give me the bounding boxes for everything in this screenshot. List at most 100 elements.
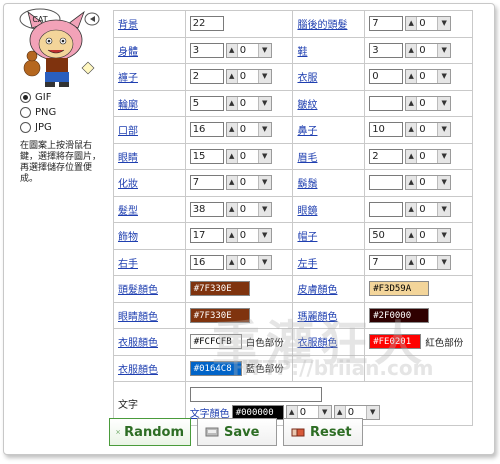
text-input[interactable]: [189, 387, 322, 402]
part-number-input[interactable]: 3: [189, 42, 224, 58]
format-option-gif[interactable]: GIF: [8, 90, 108, 105]
arrow-up-icon[interactable]: ▲: [226, 96, 238, 110]
save-button[interactable]: Save: [197, 418, 277, 446]
chevron-down-icon[interactable]: ▼: [257, 70, 271, 84]
arrow-up-icon[interactable]: ▲: [406, 43, 418, 57]
arrow-up-icon[interactable]: ▲: [406, 149, 418, 163]
format-option-png[interactable]: PNG: [8, 105, 108, 120]
part-link[interactable]: 褲子: [118, 73, 138, 84]
arrow-up-icon[interactable]: ▲: [406, 255, 418, 269]
part-number-input[interactable]: 50: [369, 228, 404, 244]
color-link[interactable]: 瑪麗顏色: [297, 312, 337, 323]
part-link[interactable]: 鬍鬚: [297, 179, 317, 190]
arrow-up-icon[interactable]: ▲: [226, 255, 238, 269]
variant-select[interactable]: ▲ 0 ▼: [405, 69, 452, 85]
part-number-input[interactable]: [369, 175, 404, 191]
variant-select[interactable]: ▲ 0 ▼: [405, 122, 452, 138]
variant-select[interactable]: ▲ 0 ▼: [225, 95, 272, 111]
part-link[interactable]: 身體: [118, 47, 138, 58]
variant-select[interactable]: ▲ 0 ▼: [405, 16, 452, 32]
part-link[interactable]: 眼鏡: [297, 206, 317, 217]
color-swatch-input[interactable]: #FE0201: [369, 334, 422, 350]
part-link[interactable]: 化妝: [118, 179, 138, 190]
chevron-down-icon[interactable]: ▼: [257, 96, 271, 110]
part-link[interactable]: 背景: [118, 20, 138, 31]
part-number-input[interactable]: 3: [369, 42, 404, 58]
part-link[interactable]: 輪廓: [118, 100, 138, 111]
part-link[interactable]: 鼻子: [297, 126, 317, 137]
variant-select[interactable]: ▲ 0 ▼: [225, 228, 272, 244]
color-swatch-input[interactable]: #FCFCFB: [189, 334, 242, 350]
chevron-down-icon[interactable]: ▼: [437, 149, 451, 163]
radio-gif[interactable]: [20, 92, 31, 103]
part-number-input[interactable]: 2: [189, 69, 224, 85]
part-number-input[interactable]: 0: [369, 69, 404, 85]
variant-select[interactable]: ▲ 0 ▼: [405, 148, 452, 164]
chevron-down-icon[interactable]: ▼: [257, 123, 271, 137]
variant-select[interactable]: ▲ 0 ▼: [225, 122, 272, 138]
part-number-input[interactable]: [369, 201, 404, 217]
color-swatch-input[interactable]: #7F330E: [189, 307, 250, 323]
arrow-up-icon[interactable]: ▲: [406, 17, 418, 31]
chevron-down-icon[interactable]: ▼: [437, 17, 451, 31]
chevron-down-icon[interactable]: ▼: [257, 149, 271, 163]
format-option-jpg[interactable]: JPG: [8, 120, 108, 135]
arrow-up-icon[interactable]: ▲: [226, 43, 238, 57]
part-link[interactable]: 帽子: [297, 232, 317, 243]
radio-jpg[interactable]: [20, 122, 31, 133]
part-link[interactable]: 皺紋: [297, 100, 317, 111]
color-link[interactable]: 皮膚顏色: [297, 285, 337, 296]
color-swatch-input[interactable]: #7F330E: [189, 281, 250, 297]
part-number-input[interactable]: 7: [369, 254, 404, 270]
arrow-up-icon[interactable]: ▲: [226, 70, 238, 84]
color-swatch-input[interactable]: #F3D59A: [369, 281, 430, 297]
part-link[interactable]: 右手: [118, 259, 138, 270]
variant-select[interactable]: ▲ 0 ▼: [405, 201, 452, 217]
part-number-input[interactable]: 7: [189, 175, 224, 191]
part-number-input[interactable]: 2: [369, 148, 404, 164]
part-link[interactable]: 鞋: [297, 47, 307, 58]
color-link[interactable]: 衣服顏色: [118, 338, 158, 349]
chevron-down-icon[interactable]: ▼: [437, 255, 451, 269]
color-swatch-input[interactable]: #0164C8: [189, 360, 242, 376]
part-link[interactable]: 髮型: [118, 206, 138, 217]
variant-select[interactable]: ▲ 0 ▼: [225, 175, 272, 191]
chevron-down-icon[interactable]: ▼: [257, 255, 271, 269]
chevron-down-icon[interactable]: ▼: [257, 202, 271, 216]
color-link[interactable]: 衣服顏色: [118, 365, 158, 376]
variant-select[interactable]: ▲ 0 ▼: [225, 42, 272, 58]
arrow-up-icon[interactable]: ▲: [226, 202, 238, 216]
variant-select[interactable]: ▲ 0 ▼: [405, 95, 452, 111]
variant-select[interactable]: ▲ 0 ▼: [225, 69, 272, 85]
chevron-down-icon[interactable]: ▼: [257, 43, 271, 57]
part-number-input[interactable]: 38: [189, 201, 224, 217]
arrow-up-icon[interactable]: ▲: [406, 202, 418, 216]
variant-select[interactable]: ▲ 0 ▼: [405, 228, 452, 244]
part-number-input[interactable]: 17: [189, 228, 224, 244]
part-number-input[interactable]: 5: [189, 95, 224, 111]
random-button[interactable]: Random: [109, 418, 191, 446]
color-swatch-input[interactable]: #2F0000: [369, 307, 430, 323]
chevron-down-icon[interactable]: ▼: [437, 176, 451, 190]
part-number-input[interactable]: 16: [189, 254, 224, 270]
variant-select[interactable]: ▲ 0 ▼: [225, 254, 272, 270]
variant-select[interactable]: ▲ 0 ▼: [405, 254, 452, 270]
part-link[interactable]: 眼睛: [118, 153, 138, 164]
part-link[interactable]: 口部: [118, 126, 138, 137]
variant-select[interactable]: ▲ 0 ▼: [405, 175, 452, 191]
variant-select[interactable]: ▲ 0 ▼: [225, 148, 272, 164]
chevron-down-icon[interactable]: ▼: [257, 176, 271, 190]
part-link[interactable]: 眉毛: [297, 153, 317, 164]
chevron-down-icon[interactable]: ▼: [437, 70, 451, 84]
color-link[interactable]: 衣服顏色: [297, 338, 337, 349]
variant-select[interactable]: ▲ 0 ▼: [225, 201, 272, 217]
arrow-up-icon[interactable]: ▲: [406, 96, 418, 110]
part-number-input[interactable]: 15: [189, 148, 224, 164]
arrow-up-icon[interactable]: ▲: [226, 123, 238, 137]
chevron-down-icon[interactable]: ▼: [437, 123, 451, 137]
chevron-down-icon[interactable]: ▼: [257, 229, 271, 243]
part-number-input[interactable]: 22: [189, 16, 224, 32]
arrow-up-icon[interactable]: ▲: [406, 70, 418, 84]
part-link[interactable]: 衣服: [297, 73, 317, 84]
arrow-up-icon[interactable]: ▲: [406, 123, 418, 137]
